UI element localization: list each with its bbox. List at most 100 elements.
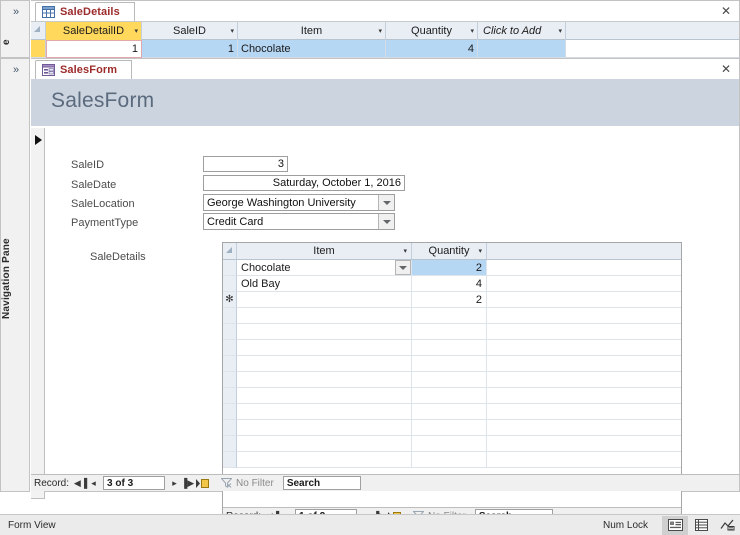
subform-new-record-marker-icon: ✻	[223, 292, 237, 308]
document-tab-strip-form: SalesForm ✕	[31, 59, 739, 80]
close-saledetails-button[interactable]: ✕	[719, 4, 733, 18]
status-view-text: Form View	[8, 520, 56, 531]
form-first-record-button[interactable]: ◀▐	[74, 477, 87, 490]
table-row[interactable]: 1 1 Chocolate 4	[31, 40, 739, 58]
form-record-navbar: Record: ◀▐ ◂ 3 of 3 ▸ ▐▶ No Filter Se	[31, 474, 739, 491]
datasheet-view-icon	[695, 519, 708, 531]
column-header-item-label: Item	[301, 25, 322, 37]
cell-saleid[interactable]: 1	[142, 40, 238, 58]
subform-empty-row	[223, 340, 681, 356]
form-next-record-button[interactable]: ▸	[168, 477, 181, 490]
subform-cell-item-value: Chocolate	[241, 262, 291, 274]
subform-empty-cell-item	[237, 324, 412, 340]
form-previous-record-button[interactable]: ◂	[87, 477, 100, 490]
column-header-click-to-add-caret-icon[interactable]: ▾	[558, 27, 562, 35]
subform-row-filler	[487, 436, 681, 452]
subform-item-dropdown-button[interactable]	[395, 260, 411, 275]
subform-select-all-corner[interactable]	[223, 243, 237, 259]
salelocation-value: George Washington University	[204, 197, 378, 209]
subform-empty-row	[223, 356, 681, 372]
tab-saledetails[interactable]: SaleDetails	[35, 2, 135, 21]
subform-row-filler	[487, 452, 681, 468]
subform-empty-cell-item	[237, 388, 412, 404]
navigation-pane-top[interactable]: » e	[0, 0, 30, 58]
paymenttype-dropdown-button[interactable]	[378, 214, 394, 229]
label-saledate: SaleDate	[71, 179, 116, 191]
column-header-item[interactable]: Item ▾	[238, 22, 386, 40]
subform-empty-cell-quantity	[412, 308, 487, 324]
saleid-field[interactable]: 3	[203, 156, 288, 172]
subform-row[interactable]: Chocolate 2	[223, 260, 681, 276]
expand-navigation-pane-icon-top[interactable]: »	[1, 6, 31, 18]
select-all-corner[interactable]	[31, 22, 46, 39]
subform-row-filler	[487, 324, 681, 340]
salelocation-combobox[interactable]: George Washington University	[203, 194, 395, 211]
subform-record-selector[interactable]	[223, 260, 237, 276]
tab-salesform[interactable]: SalesForm	[35, 60, 132, 79]
subform-empty-cell-item	[237, 404, 412, 420]
cell-saledetailid[interactable]: 1	[46, 40, 142, 58]
saledate-field[interactable]: Saturday, October 1, 2016	[203, 175, 405, 191]
column-header-saleid[interactable]: SaleID ▾	[142, 22, 238, 40]
label-saledetails: SaleDetails	[90, 251, 146, 263]
paymenttype-combobox[interactable]: Credit Card	[203, 213, 395, 230]
column-header-saleid-caret-icon[interactable]: ▾	[230, 27, 234, 35]
subform-cell-quantity[interactable]: 2	[412, 292, 487, 308]
column-header-saledetailid-caret-icon[interactable]: ▾	[134, 27, 138, 35]
tab-saledetails-label: SaleDetails	[60, 6, 120, 18]
subform-cell-quantity[interactable]: 2	[412, 260, 487, 276]
record-selector[interactable]	[31, 40, 46, 58]
subform-row-filler	[487, 404, 681, 420]
navigation-pane[interactable]: » Navigation Pane	[0, 58, 30, 492]
column-header-click-to-add[interactable]: Click to Add ▾	[478, 22, 566, 40]
form-search-input[interactable]: Search	[283, 476, 361, 490]
subform-empty-cell-item	[237, 436, 412, 452]
cell-quantity[interactable]: 4	[386, 40, 478, 58]
subform-empty-cell-quantity	[412, 372, 487, 388]
subform-empty-row	[223, 452, 681, 468]
column-header-click-to-add-label: Click to Add	[483, 25, 541, 37]
subform-column-header-item-caret-icon[interactable]: ▾	[403, 247, 407, 255]
form-filter-status[interactable]: No Filter	[221, 478, 274, 489]
tab-salesform-label: SalesForm	[60, 64, 117, 76]
subform-empty-cell-quantity	[412, 388, 487, 404]
datasheet-header-row: SaleDetailID ▾ SaleID ▾ Item ▾ Quantity …	[31, 22, 739, 40]
cell-click-to-add[interactable]	[478, 40, 566, 58]
paymenttype-value: Credit Card	[204, 216, 378, 228]
column-header-quantity-caret-icon[interactable]: ▾	[470, 27, 474, 35]
form-record-selector[interactable]	[31, 128, 45, 499]
form-view-icon	[668, 519, 683, 531]
subform-new-record-row[interactable]: ✻ 2	[223, 292, 681, 308]
subform-cell-item[interactable]: Old Bay	[237, 276, 412, 292]
subform-row[interactable]: Old Bay 4	[223, 276, 681, 292]
form-record-position[interactable]: 3 of 3	[103, 476, 165, 490]
layout-view-button[interactable]	[714, 516, 740, 535]
close-salesform-button[interactable]: ✕	[719, 62, 733, 76]
subform-cell-quantity[interactable]: 4	[412, 276, 487, 292]
label-salelocation: SaleLocation	[71, 198, 135, 210]
subform-column-header-quantity[interactable]: Quantity ▾	[412, 243, 487, 259]
subform-record-selector[interactable]	[223, 276, 237, 292]
subform-row-filler	[487, 292, 681, 308]
document-tab-strip-datasheet: SaleDetails ✕	[31, 1, 739, 22]
current-record-arrow-icon	[35, 135, 42, 145]
form-view-button[interactable]	[662, 516, 688, 535]
column-header-saledetailid-label: SaleDetailID	[63, 25, 124, 37]
datasheet-view-button[interactable]	[688, 516, 714, 535]
column-header-item-caret-icon[interactable]: ▾	[378, 27, 382, 35]
subform-empty-cell-item	[237, 420, 412, 436]
form-last-record-button[interactable]: ▐▶	[181, 477, 194, 490]
column-header-quantity[interactable]: Quantity ▾	[386, 22, 478, 40]
subform-cell-item[interactable]	[237, 292, 412, 308]
subform-column-header-item[interactable]: Item ▾	[237, 243, 412, 259]
chevron-down-icon	[383, 220, 391, 224]
subform-row-filler	[487, 388, 681, 404]
subform-record-selector	[223, 436, 237, 452]
cell-item[interactable]: Chocolate	[238, 40, 386, 58]
subform-column-header-quantity-caret-icon[interactable]: ▾	[478, 247, 482, 255]
column-header-saledetailid[interactable]: SaleDetailID ▾	[46, 22, 142, 40]
expand-navigation-pane-icon[interactable]: »	[1, 64, 31, 76]
form-new-record-button[interactable]	[194, 477, 211, 490]
salelocation-dropdown-button[interactable]	[378, 195, 394, 210]
subform-cell-item[interactable]: Chocolate	[237, 260, 412, 276]
